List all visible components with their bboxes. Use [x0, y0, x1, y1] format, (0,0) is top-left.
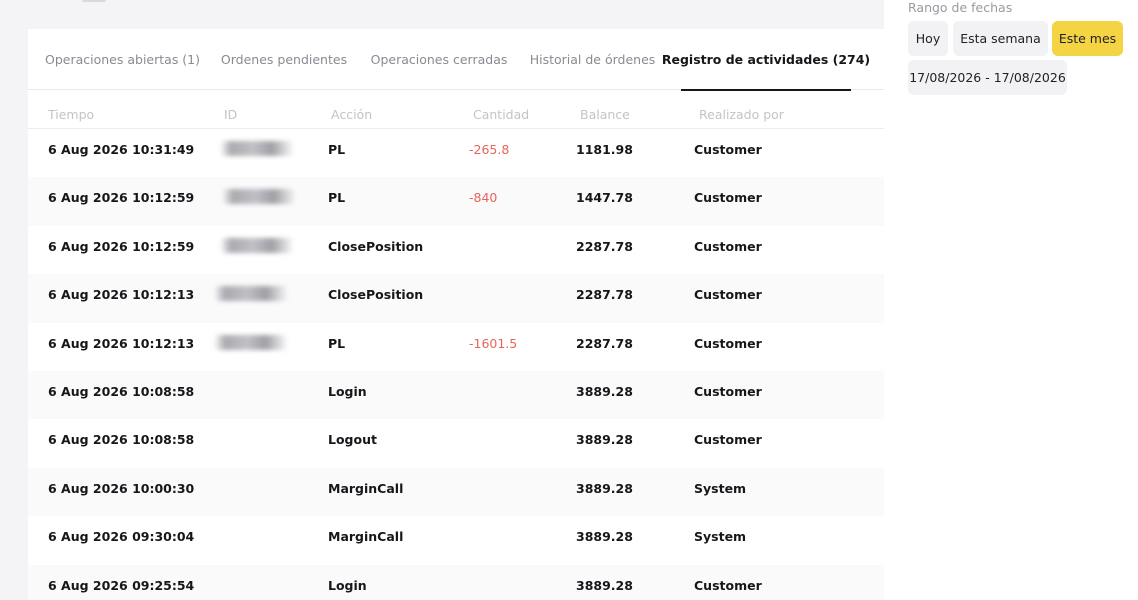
cell-time: 6 Aug 2026 10:12:13 [48, 287, 195, 303]
cell-balance: 3889.28 [576, 529, 633, 545]
cell-time: 6 Aug 2026 10:08:58 [48, 383, 195, 399]
activity-table-body: 6 Aug 2026 10:31:49 PL -265.8 1181.98 Custom… [28, 129, 884, 600]
redacted-id [214, 286, 288, 302]
table-row[interactable]: 6 Aug 2026 10:08:58 Logout 3889.28 Customer [28, 419, 884, 467]
column-header-amount[interactable]: Cantidad [473, 103, 529, 129]
table-row[interactable]: 6 Aug 2026 10:12:13 PL -1601.5 2287.78 Custo… [28, 323, 884, 371]
cell-balance: 3889.28 [576, 480, 633, 496]
date-range-label: Rango de fechas [908, 0, 1013, 15]
cell-time: 6 Aug 2026 09:30:04 [48, 529, 195, 545]
table-row[interactable]: 6 Aug 2026 09:30:04 MarginCall 3889.28 Syst… [28, 516, 884, 564]
redacted-id [214, 334, 288, 350]
tab-activity-log[interactable]: Registro de actividades (274) [662, 29, 870, 91]
cell-performed-by: Customer [694, 287, 762, 303]
redacted-id [220, 237, 294, 253]
cell-performed-by: System [694, 529, 747, 545]
cell-time: 6 Aug 2026 10:12:13 [48, 335, 195, 351]
table-row[interactable]: 6 Aug 2026 10:31:49 PL -265.8 1181.98 Custom… [28, 129, 884, 177]
cell-time: 6 Aug 2026 10:08:58 [48, 432, 195, 448]
cell-performed-by: Customer [694, 142, 762, 157]
tab-order-history[interactable]: Historial de órdenes [530, 29, 656, 90]
activity-panel: Operaciones abiertas (1) Ordenes pendien… [28, 29, 884, 600]
date-range-field[interactable]: 17/08/2026 - 17/08/2026 [908, 60, 1067, 95]
cell-time: 6 Aug 2026 09:25:54 [48, 577, 195, 593]
cell-amount: -840 [469, 190, 498, 206]
cell-performed-by: Customer [694, 335, 762, 351]
cell-performed-by: Customer [694, 432, 762, 448]
column-header-id[interactable]: ID [224, 103, 237, 129]
cell-balance: 3889.28 [576, 577, 633, 593]
column-header-performed-by[interactable]: Realizado por [699, 103, 784, 129]
cell-action: Logout [328, 432, 377, 448]
this-week-button[interactable]: Esta semana [953, 21, 1048, 56]
table-row[interactable]: 6 Aug 2026 10:12:59 PL -840 1447.78 Customer [28, 177, 884, 226]
cell-performed-by: Customer [694, 190, 762, 206]
tab-pending-orders[interactable]: Ordenes pendientes [221, 29, 347, 90]
column-header-action[interactable]: Acción [331, 103, 372, 129]
cell-action: ClosePosition [328, 287, 424, 303]
cell-performed-by: Customer [694, 577, 762, 593]
cell-action: MarginCall [328, 480, 404, 496]
date-filter-panel: Rango de fechas Hoy Esta semana Este mes… [884, 0, 1138, 600]
cell-balance: 1447.78 [576, 190, 633, 206]
cell-action: ClosePosition [328, 238, 424, 254]
redacted-id [220, 141, 294, 156]
cell-balance: 2287.78 [576, 238, 633, 254]
tab-closed-positions[interactable]: Operaciones cerradas [371, 29, 508, 90]
cell-time: 6 Aug 2026 10:12:59 [48, 190, 195, 206]
cell-balance: 2287.78 [576, 287, 633, 303]
column-header-time[interactable]: Tiempo [48, 103, 94, 129]
redacted-id [222, 189, 296, 205]
table-row[interactable]: 6 Aug 2026 10:08:58 Login 3889.28 Customer [28, 370, 884, 420]
table-row[interactable]: 6 Aug 2026 10:00:30 MarginCall 3889.28 Syst… [28, 467, 884, 517]
cell-action: PL [328, 142, 346, 157]
column-header-balance[interactable]: Balance [580, 103, 630, 129]
table-row[interactable]: 6 Aug 2026 09:25:54 Login 3889.28 Customer [28, 564, 884, 600]
cell-action: PL [328, 335, 346, 351]
cropped-header-fragment [82, 0, 106, 2]
today-button[interactable]: Hoy [908, 21, 948, 56]
this-month-button[interactable]: Este mes [1052, 21, 1123, 56]
cell-amount: -265.8 [469, 142, 510, 157]
cell-action: Login [328, 383, 367, 399]
cell-balance: 3889.28 [576, 432, 633, 448]
cell-balance: 1181.98 [576, 142, 633, 157]
cell-action: PL [328, 190, 346, 206]
table-row[interactable]: 6 Aug 2026 10:12:59 ClosePosition 2287.78 C… [28, 226, 884, 274]
cell-performed-by: Customer [694, 383, 762, 399]
cell-balance: 3889.28 [576, 383, 633, 399]
cell-time: 6 Aug 2026 10:12:59 [48, 238, 195, 254]
cell-performed-by: System [694, 480, 747, 496]
table-header: Tiempo ID Acción Cantidad Balance Realiz… [28, 103, 884, 129]
cell-performed-by: Customer [694, 238, 762, 254]
cell-time: 6 Aug 2026 10:31:49 [48, 142, 195, 157]
cell-balance: 2287.78 [576, 335, 633, 351]
cell-action: Login [328, 577, 367, 593]
tab-bar: Operaciones abiertas (1) Ordenes pendien… [28, 29, 884, 91]
table-row[interactable]: 6 Aug 2026 10:12:13 ClosePosition 2287.78 C… [28, 274, 884, 323]
tab-open-positions[interactable]: Operaciones abiertas (1) [45, 29, 200, 90]
cell-time: 6 Aug 2026 10:00:30 [48, 480, 195, 496]
cell-amount: -1601.5 [469, 335, 518, 351]
cell-action: MarginCall [328, 529, 404, 545]
